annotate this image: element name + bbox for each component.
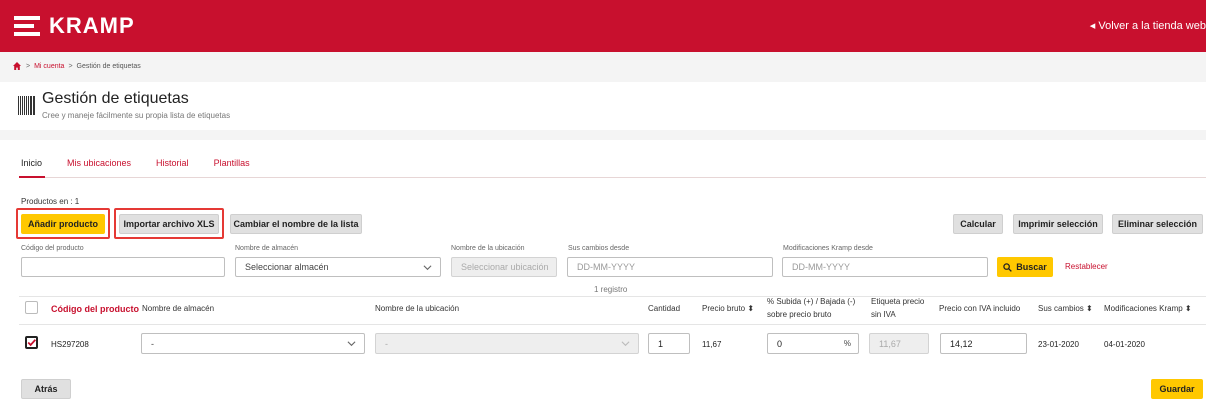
kramp-changes-date-input[interactable]: DD-MM-YYYY: [782, 257, 988, 277]
tab-bar: Inicio Mis ubicaciones Historial Plantil…: [21, 158, 275, 168]
row-your-changes: 23-01-2020: [1038, 340, 1079, 349]
tab-plantillas[interactable]: Plantillas: [214, 158, 250, 168]
product-code-filter-label: Código del producto: [21, 245, 84, 252]
changes-since-label: Sus cambios desde: [568, 245, 630, 252]
page-title: Gestión de etiquetas: [42, 90, 189, 107]
col-label-price: Etiqueta precio: [871, 297, 925, 306]
warehouse-filter-label: Nombre de almacén: [235, 245, 299, 252]
col-gross-price[interactable]: Precio bruto ⬍: [702, 304, 754, 313]
changes-since-date-input[interactable]: DD-MM-YYYY: [567, 257, 773, 277]
product-code-input[interactable]: [21, 257, 225, 277]
row-gross-price: 11,67: [702, 340, 722, 349]
breadcrumb-sep: >: [68, 63, 73, 70]
row-warehouse-select[interactable]: -: [141, 333, 365, 354]
location-select-value: Seleccionar ubicación: [461, 262, 549, 272]
chevron-down-icon: [347, 341, 356, 347]
import-xls-button[interactable]: Importar archivo XLS: [119, 214, 219, 234]
col-markup: % Subida (+) / Bajada (-): [767, 297, 856, 306]
brand-name: KRAMP: [49, 13, 135, 38]
breadcrumb-sep: >: [26, 63, 31, 70]
location-select[interactable]: Seleccionar ubicación: [451, 257, 557, 277]
col-price-vat: Precio con IVA incluido: [939, 304, 1021, 313]
breadcrumb-current: Gestión de etiquetas: [76, 63, 141, 70]
page-subtitle: Cree y maneje fácilmente su propia lista…: [42, 111, 231, 120]
kramp-logo-icon: [14, 16, 40, 36]
back-button[interactable]: Atrás: [21, 379, 71, 399]
search-button[interactable]: Buscar: [997, 257, 1053, 277]
row-label-price: 11,67: [869, 333, 929, 354]
row-price-vat-input[interactable]: 14,12: [940, 333, 1027, 354]
tab-underline: [19, 177, 1206, 178]
chevron-down-icon: [423, 265, 432, 271]
col-markup-line2: sobre precio bruto: [767, 310, 832, 319]
save-button[interactable]: Guardar: [1151, 379, 1203, 399]
chevron-down-icon: [621, 341, 630, 347]
col-quantity: Cantidad: [648, 304, 681, 313]
rename-list-button[interactable]: Cambiar el nombre de la lista: [230, 214, 362, 234]
delete-selection-button[interactable]: Eliminar selección: [1112, 214, 1203, 234]
col-label-price-line2: sin IVA: [871, 310, 896, 319]
row-product-code: HS297208: [51, 340, 89, 349]
back-to-webshop-link[interactable]: ◂ Volver a la tienda web: [1090, 19, 1206, 32]
kramp-logo[interactable]: KRAMP: [14, 13, 135, 39]
checkmark-icon: [27, 339, 36, 347]
row-checkbox[interactable]: [25, 336, 38, 349]
reset-link[interactable]: Restablecer: [1065, 262, 1108, 271]
print-selection-button[interactable]: Imprimir selección: [1013, 214, 1103, 234]
search-button-label: Buscar: [1016, 262, 1047, 272]
tab-inicio[interactable]: Inicio: [21, 158, 42, 168]
active-tab-indicator: [19, 176, 45, 178]
tab-mis-ubicaciones[interactable]: Mis ubicaciones: [67, 158, 131, 168]
select-all-checkbox[interactable]: [25, 301, 38, 314]
row-warehouse-value: -: [151, 338, 154, 349]
barcode-icon: [18, 96, 35, 115]
row-location-select[interactable]: -: [375, 333, 639, 354]
top-bar: KRAMP ◂ Volver a la tienda web: [0, 0, 1206, 52]
table-header-border: [19, 324, 1206, 325]
add-product-button[interactable]: Añadir producto: [21, 214, 105, 234]
result-count: 1 registro: [594, 285, 628, 294]
row-quantity-input[interactable]: 1: [648, 333, 690, 354]
breadcrumb: > Mi cuenta > Gestión de etiquetas: [0, 52, 1206, 82]
table-top-border: [19, 296, 1206, 297]
col-your-changes[interactable]: Sus cambios ⬍: [1038, 304, 1093, 313]
kramp-changes-since-label: Modificaciones Kramp desde: [783, 245, 873, 252]
col-product-code[interactable]: Código del producto: [51, 304, 139, 314]
col-warehouse: Nombre de almacén: [142, 304, 215, 313]
section-divider: [0, 130, 1206, 140]
location-filter-label: Nombre de la ubicación: [451, 245, 525, 252]
breadcrumb-my-account[interactable]: Mi cuenta: [34, 63, 64, 70]
calculate-button[interactable]: Calcular: [953, 214, 1003, 234]
col-kramp-changes[interactable]: Modificaciones Kramp ⬍: [1104, 304, 1192, 313]
row-location-value: -: [385, 338, 388, 349]
home-icon[interactable]: [13, 62, 21, 70]
warehouse-select-value: Seleccionar almacén: [245, 262, 329, 272]
warehouse-select[interactable]: Seleccionar almacén: [235, 257, 441, 277]
row-markup-value: 0: [777, 338, 783, 349]
col-location: Nombre de la ubicación: [375, 304, 460, 313]
tab-historial[interactable]: Historial: [156, 158, 189, 168]
percent-unit: %: [843, 339, 851, 348]
row-kramp-changes: 04-01-2020: [1104, 340, 1145, 349]
row-markup-input[interactable]: 0 %: [767, 333, 859, 354]
products-count: Productos en : 1: [21, 197, 80, 206]
search-icon: [1003, 262, 1013, 272]
